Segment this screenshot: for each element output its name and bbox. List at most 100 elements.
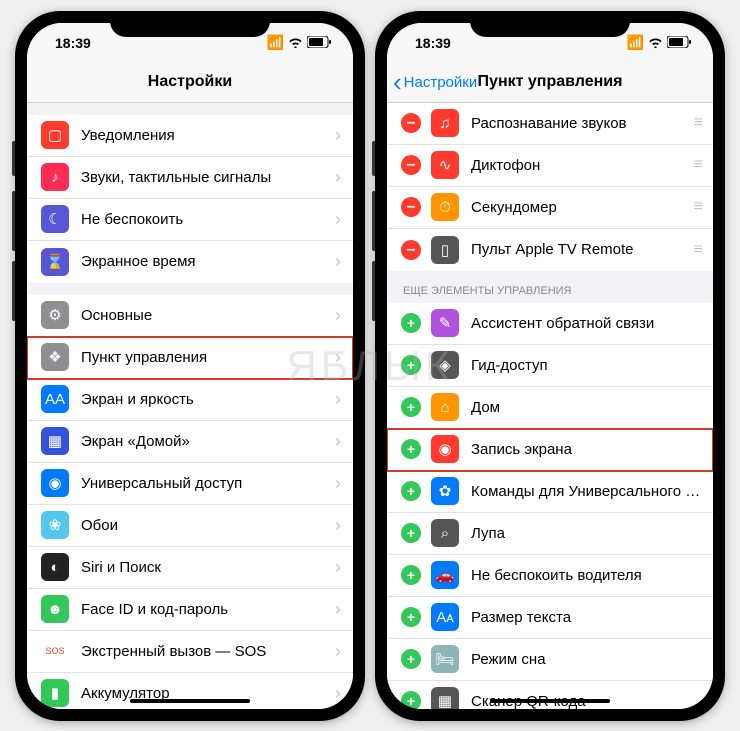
row-label: Пульт Apple TV Remote (471, 241, 694, 258)
row-apple-tv-remote[interactable]: ▯Пульт Apple TV Remote≡ (387, 229, 713, 271)
home-indicator[interactable] (490, 699, 610, 703)
add-button[interactable] (401, 355, 421, 375)
row-sleep-mode[interactable]: 🛏Режим сна (387, 639, 713, 681)
row-control-center[interactable]: ❖Пункт управления› (27, 337, 353, 379)
row-label: Обои (81, 517, 335, 534)
sleep-mode-icon: 🛏 (431, 645, 459, 673)
section-header-more: ЕЩЕ ЭЛЕМЕНТЫ УПРАВЛЕНИЯ (387, 271, 713, 303)
stopwatch-icon: ⏱ (431, 193, 459, 221)
row-label: Гид-доступ (471, 357, 701, 374)
chevron-icon: › (335, 125, 341, 146)
dnd-icon: ☾ (41, 205, 69, 233)
chevron-icon: › (335, 473, 341, 494)
row-label: Команды для Универсального дост... (471, 483, 701, 500)
row-label: Экранное время (81, 253, 335, 270)
add-button[interactable] (401, 649, 421, 669)
row-label: Запись экрана (471, 441, 701, 458)
screen-left: 18:39 📶 Настройки ▢Уведомления›♪Звуки, т… (27, 23, 353, 709)
row-qr-scanner[interactable]: ▦Сканер QR-кода (387, 681, 713, 709)
row-wallpaper[interactable]: ❀Обои› (27, 505, 353, 547)
row-siri[interactable]: ◐Siri и Поиск› (27, 547, 353, 589)
add-button[interactable] (401, 313, 421, 333)
remove-button[interactable] (401, 113, 421, 133)
wallpaper-icon: ❀ (41, 511, 69, 539)
remove-button[interactable] (401, 197, 421, 217)
wifi-icon (648, 35, 663, 51)
home-indicator[interactable] (130, 699, 250, 703)
wifi-icon (288, 35, 303, 51)
home-control-icon: ⌂ (431, 393, 459, 421)
siri-icon: ◐ (41, 553, 69, 581)
row-text-size[interactable]: AᴀРазмер текста (387, 597, 713, 639)
row-label: Экран и яркость (81, 391, 335, 408)
chevron-icon: › (335, 599, 341, 620)
add-button[interactable] (401, 523, 421, 543)
row-faceid[interactable]: ☻Face ID и код-пароль› (27, 589, 353, 631)
general-icon: ⚙ (41, 301, 69, 329)
chevron-icon: › (335, 557, 341, 578)
notch (470, 11, 630, 37)
signal-icon: 📶 (627, 34, 644, 51)
chevron-icon: › (335, 305, 341, 326)
row-general[interactable]: ⚙Основные› (27, 295, 353, 337)
voice-memos-icon: ∿ (431, 151, 459, 179)
row-accessibility-shortcuts[interactable]: ✿ Команды для Универсального дост... (387, 471, 713, 513)
add-button[interactable] (401, 439, 421, 459)
row-magnifier[interactable]: ⌕Лупа (387, 513, 713, 555)
text-size-icon: Aᴀ (431, 603, 459, 631)
row-sounds[interactable]: ♪Звуки, тактильные сигналы› (27, 157, 353, 199)
row-home[interactable]: ▦Экран «Домой»› (27, 421, 353, 463)
drag-handle-icon[interactable]: ≡ (694, 241, 701, 259)
home-icon: ▦ (41, 427, 69, 455)
row-label: Дом (471, 399, 701, 416)
faceid-icon: ☻ (41, 595, 69, 623)
row-label: Лупа (471, 525, 701, 542)
row-notifications[interactable]: ▢ Уведомления› (27, 115, 353, 157)
back-button[interactable]: Настройки (393, 74, 477, 91)
row-dnd-driving[interactable]: 🚗Не беспокоить водителя (387, 555, 713, 597)
add-button[interactable] (401, 481, 421, 501)
drag-handle-icon[interactable]: ≡ (694, 114, 701, 132)
drag-handle-icon[interactable]: ≡ (694, 198, 701, 216)
guided-access-icon: ◈ (431, 351, 459, 379)
settings-list[interactable]: ▢Уведомления›♪Звуки, тактильные сигналы›… (27, 103, 353, 709)
add-button[interactable] (401, 607, 421, 627)
row-battery[interactable]: ▮Аккумулятор› (27, 673, 353, 709)
row-sound-recognition[interactable]: ♫Распознавание звуков≡ (387, 103, 713, 145)
notifications-icon: ▢ (41, 121, 69, 149)
navbar-left: Настройки (27, 63, 353, 103)
row-display[interactable]: AAЭкран и яркость› (27, 379, 353, 421)
dnd-driving-icon: 🚗 (431, 561, 459, 589)
row-home-control[interactable]: ⌂ Дом (387, 387, 713, 429)
row-guided-access[interactable]: ◈ Гид-доступ (387, 345, 713, 387)
row-screen-recording[interactable]: ◉Запись экрана (387, 429, 713, 471)
add-button[interactable] (401, 397, 421, 417)
control-center-list[interactable]: ♫Распознавание звуков≡∿Диктофон≡⏱Секундо… (387, 103, 713, 709)
row-dnd[interactable]: ☾Не беспокоить› (27, 199, 353, 241)
row-label: Уведомления (81, 127, 335, 144)
signal-icon: 📶 (267, 34, 284, 51)
status-icons: 📶 (267, 34, 331, 51)
chevron-icon: › (335, 209, 341, 230)
qr-scanner-icon: ▦ (431, 687, 459, 709)
row-screentime[interactable]: ⌛Экранное время› (27, 241, 353, 283)
row-voice-memos[interactable]: ∿Диктофон≡ (387, 145, 713, 187)
navbar-right: Настройки Пункт управления (387, 63, 713, 103)
row-stopwatch[interactable]: ⏱Секундомер≡ (387, 187, 713, 229)
accessibility-shortcuts-icon: ✿ (431, 477, 459, 505)
row-feedback-assistant[interactable]: ✎Ассистент обратной связи (387, 303, 713, 345)
remove-button[interactable] (401, 155, 421, 175)
feedback-assistant-icon: ✎ (431, 309, 459, 337)
add-button[interactable] (401, 691, 421, 709)
drag-handle-icon[interactable]: ≡ (694, 156, 701, 174)
row-accessibility[interactable]: ◉Универсальный доступ› (27, 463, 353, 505)
battery-icon (667, 35, 691, 51)
add-button[interactable] (401, 565, 421, 585)
status-icons: 📶 (627, 34, 691, 51)
control-center-icon: ❖ (41, 343, 69, 371)
row-sos[interactable]: SOSЭкстренный вызов — SOS› (27, 631, 353, 673)
sound-recognition-icon: ♫ (431, 109, 459, 137)
phone-left: 18:39 📶 Настройки ▢Уведомления›♪Звуки, т… (15, 11, 365, 721)
remove-button[interactable] (401, 240, 421, 260)
row-label: Звуки, тактильные сигналы (81, 169, 335, 186)
